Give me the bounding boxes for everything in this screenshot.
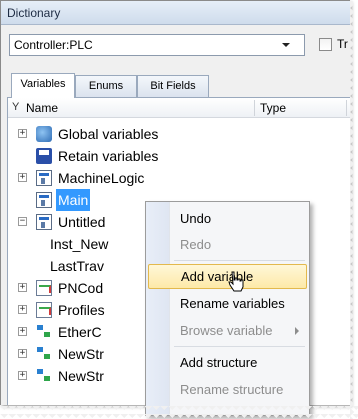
menu-item-browse-variable[interactable]: Browse variable (148, 318, 307, 343)
tree-row-global-variables[interactable]: + Global variables (8, 123, 350, 145)
filter-icon[interactable]: Y (12, 101, 19, 113)
hand-cursor-icon (228, 271, 244, 292)
tab-variables-label: Variables (20, 78, 66, 90)
menu-item-rename-variables[interactable]: Rename variables (148, 291, 307, 316)
expand-icon[interactable]: + (18, 349, 27, 358)
expand-icon[interactable]: + (18, 283, 27, 292)
tree-row-label: MachineLogic (58, 170, 145, 186)
tree-row-label: Global variables (58, 126, 159, 142)
expand-icon[interactable]: + (18, 327, 27, 336)
expand-icon[interactable]: + (18, 371, 27, 380)
disk-icon (36, 148, 52, 164)
menu-item-redo[interactable]: Redo (148, 232, 307, 257)
column-header-type[interactable]: Type (260, 101, 286, 115)
globe-icon (36, 126, 52, 142)
tab-enums-label: Enums (88, 80, 124, 92)
menu-item-add-structure[interactable]: Add structure (148, 350, 307, 375)
program-icon (36, 170, 52, 186)
struct-icon (36, 368, 52, 384)
tree-row-machinelogic[interactable]: + MachineLogic (8, 167, 350, 189)
tree-row-label: NewStr (58, 346, 104, 362)
controller-select[interactable]: Controller:PLC (9, 34, 305, 56)
tree-row-label: EtherC (58, 324, 102, 340)
chevron-right-icon (295, 327, 299, 335)
tree-row-label: NewStr (58, 368, 104, 384)
tree-row-label: PNCod (58, 280, 104, 296)
program-icon (36, 214, 52, 230)
tab-bit-fields[interactable]: Bit Fields (137, 75, 209, 97)
program-icon (36, 192, 52, 208)
tab-variables[interactable]: Variables (11, 73, 75, 98)
struct-icon (36, 324, 52, 340)
controller-row: Controller:PLC Tr (9, 34, 350, 56)
trace-checkbox-label: Tr (337, 37, 348, 51)
expand-icon[interactable]: + (18, 305, 27, 314)
tree-row-label: Untitled (58, 214, 106, 230)
tab-bit-fields-label: Bit Fields (150, 80, 196, 92)
menu-separator (174, 346, 305, 347)
menu-separator (174, 260, 305, 261)
tree-row-retain-variables[interactable]: Retain variables (8, 145, 350, 167)
trace-checkbox[interactable] (319, 38, 332, 51)
profile-icon (36, 302, 52, 318)
tree-header: Y Name Type (8, 98, 350, 118)
menu-item-undo[interactable]: Undo (148, 206, 307, 231)
tree-row-label: Main (56, 189, 91, 211)
collapse-icon[interactable]: − (18, 217, 27, 226)
column-divider[interactable] (254, 100, 255, 116)
menu-item-browse-variable-label: Browse variable (180, 323, 273, 338)
window-title: Dictionary (1, 1, 350, 25)
expand-icon[interactable]: + (18, 129, 27, 138)
tab-enums[interactable]: Enums (75, 75, 137, 97)
controller-select-value: Controller:PLC (14, 38, 93, 52)
struct-icon (36, 346, 52, 362)
context-menu: Undo Redo Add variable Rename variables … (145, 201, 310, 416)
tree-row-label: LastTrav (50, 258, 104, 274)
tree-row-label: Inst_New (50, 236, 109, 252)
column-header-name[interactable]: Name (26, 101, 58, 115)
tree-row-label: Profiles (58, 302, 105, 318)
column-divider[interactable] (346, 100, 347, 116)
torn-edge-bottom (0, 406, 358, 419)
chevron-down-icon[interactable] (282, 43, 290, 47)
expand-icon[interactable]: + (18, 173, 27, 182)
torn-edge-right (350, 0, 358, 419)
profile-icon (36, 280, 52, 296)
menu-item-rename-structure[interactable]: Rename structure (148, 377, 307, 402)
tree-row-label: Retain variables (58, 148, 159, 164)
